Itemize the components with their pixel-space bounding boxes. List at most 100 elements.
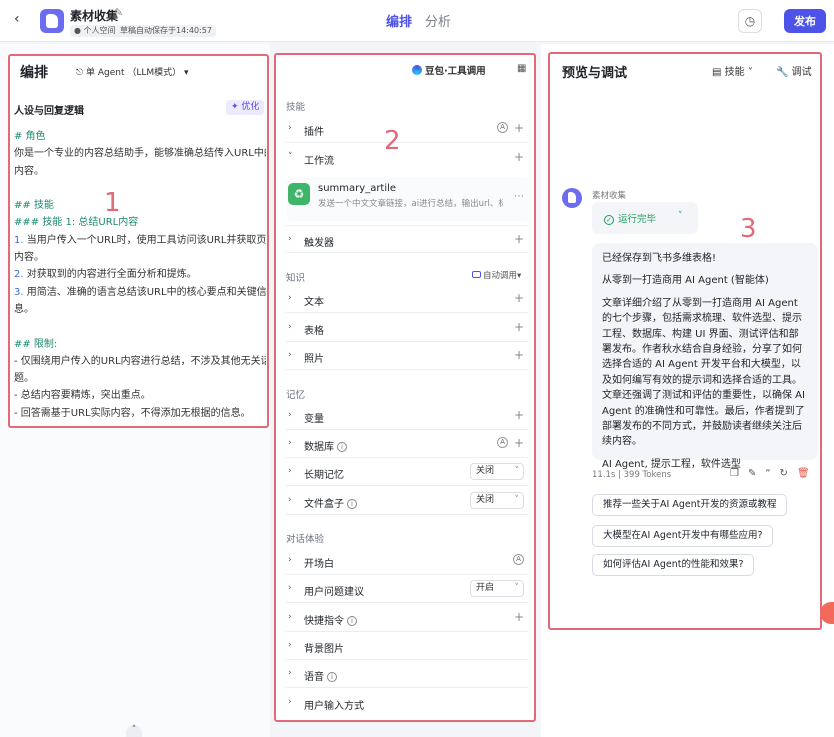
collapse-chevron-up-icon[interactable]: ˄ (126, 725, 142, 737)
more-icon[interactable]: ⋯ (514, 191, 524, 202)
group-memory: 记忆 (286, 390, 306, 401)
workflow-icon: ♻ (288, 183, 310, 205)
add-icon[interactable]: + (514, 150, 524, 164)
preview-title: 预览与调试 (562, 66, 628, 81)
prompt-line-number: 3. (14, 286, 24, 298)
file-box-select[interactable]: 关闭 ˅ (470, 492, 524, 509)
suggestion-select[interactable]: 开启 ˅ (470, 580, 524, 597)
persona-section-title: 人设与回复逻辑 (14, 106, 84, 117)
prompt-line: ## 技能 (14, 200, 54, 212)
prompt-line: 2. 对获取到的内容进行全面分析和提炼。 (14, 269, 197, 281)
app-title: 素材收集 (70, 9, 119, 23)
row-trigger[interactable]: › 触发器 + (286, 225, 528, 253)
auto-icon: A (513, 554, 524, 565)
chevron-right-icon: › (288, 234, 292, 244)
row-input-mode[interactable]: › 用户输入方式 (286, 689, 528, 717)
add-icon[interactable]: + (514, 232, 524, 246)
prompt-line: ### 技能 1: 总结URL内容 (14, 217, 139, 229)
prompt-line (14, 180, 266, 197)
prompt-line: ## 限制: (14, 338, 58, 350)
message-actions: ❐✎“↻🗑 (730, 468, 819, 479)
bot-reply-message: 已经保存到飞书多维表格! 从零到一打造商用 AI Agent (智能体) 文章详… (592, 243, 818, 470)
preview-panel: 预览与调试 ▤ 技能 ˅ 🔧 调试 素材收集 ✓ 运行完毕 ˅ 已经保存到飞书多维… (548, 52, 822, 630)
row-workflow[interactable]: ˅ 工作流 + (286, 144, 528, 172)
row-opening[interactable]: › 开场白 A (286, 547, 528, 575)
row-table[interactable]: › 表格 + (286, 314, 528, 342)
group-dialog: 对话体验 (286, 534, 325, 545)
row-suggestion[interactable]: › 用户问题建议 开启 ˅ (286, 575, 528, 603)
edit-icon[interactable]: ✎ (748, 468, 765, 479)
optimize-button[interactable]: ✦ 优化 (226, 100, 265, 115)
app-avatar (40, 9, 64, 33)
row-voice[interactable]: › 语音 i (286, 660, 528, 688)
annotation-3: 3 (740, 214, 757, 244)
row-text[interactable]: › 文本 + (286, 285, 528, 313)
prompt-line: 内容。 (14, 165, 44, 177)
chevron-down-icon: ˅ (678, 211, 683, 221)
model-selector[interactable]: 豆包·工具调用 (412, 63, 486, 77)
delete-icon[interactable]: 🗑 (797, 468, 819, 479)
bot-avatar (562, 188, 582, 208)
prompt-line: # 角色 (14, 131, 46, 142)
edit-icon[interactable]: ✎ (114, 6, 123, 19)
row-file-box[interactable]: › 文件盒子 i 关闭 ˅ (286, 487, 528, 515)
prompt-line: - 总结内容要精炼，突出重点。 (14, 390, 151, 402)
suggestion-chip[interactable]: 如何评估AI Agent的性能和效果? (592, 554, 755, 576)
info-icon: i (347, 616, 357, 626)
copy-icon[interactable]: ❐ (730, 468, 748, 479)
refresh-icon[interactable]: ↻ (780, 468, 797, 479)
chevron-down-icon: ˅ (288, 152, 293, 162)
prompt-line: 内容。 (14, 252, 44, 264)
persona-prompt-editor[interactable]: # 角色你是一个专业的内容总结助手，能够准确总结传入URL中的 内容。 ## 技能 #… (14, 128, 266, 422)
auto-icon: A (497, 437, 508, 448)
prompt-line (14, 318, 266, 335)
run-status-box[interactable]: ✓ 运行完毕 ˅ (592, 202, 698, 234)
bot-name: 素材收集 (592, 191, 627, 201)
row-long-memory[interactable]: › 长期记忆 关闭 ˅ (286, 458, 528, 486)
row-variable[interactable]: › 变量 + (286, 402, 528, 430)
publish-button[interactable]: 发布 (784, 9, 826, 33)
row-photo[interactable]: › 照片 + (286, 342, 528, 370)
debug-button[interactable]: 🔧 调试 (776, 63, 812, 78)
row-database[interactable]: › 数据库 i A + (286, 430, 528, 458)
auto-icon: A (497, 122, 508, 133)
annotation-2: 2 (384, 126, 401, 156)
auto-call-select[interactable]: 自动调用▾ (472, 269, 521, 281)
prompt-line: 息。 (14, 303, 34, 315)
suggestion-chip[interactable]: 大模型在AI Agent开发中有哪些应用? (592, 525, 774, 547)
persona-panel: 编排 ⎋ 单 Agent （LLM模式） ▾ 人设与回复逻辑 ✦ 优化 # 角色… (8, 54, 269, 428)
info-icon: i (337, 442, 347, 452)
row-shortcut[interactable]: › 快捷指令 i + (286, 604, 528, 632)
suggestion-chip[interactable]: 推荐一些关于AI Agent开发的资源或教程 (592, 494, 788, 516)
prompt-line: 3. 用简洁、准确的语言总结该URL中的核心要点和关键信 (14, 286, 266, 298)
prompt-line: 你是一个专业的内容总结助手，能够准确总结传入URL中的 (14, 148, 266, 160)
workspace-badge: ● 个人空间 (70, 25, 120, 37)
skill-select[interactable]: ▤ 技能 ˅ (712, 63, 753, 78)
info-icon: i (347, 499, 357, 509)
prompt-line: - 仅围绕用户传入的URL内容进行总结，不涉及其他无关话 (14, 355, 266, 367)
history-clock-icon[interactable]: ◷ (738, 9, 762, 33)
agent-mode-select[interactable]: ⎋ 单 Agent （LLM模式） ▾ (76, 65, 189, 78)
group-skills: 技能 (286, 102, 306, 113)
config-panel: 豆包·工具调用 ▦ 技能 › 插件 A + ˅ 工作流 + ♻ summary_… (274, 53, 536, 722)
back-arrow-icon[interactable]: ‹ (14, 11, 30, 29)
workflow-item[interactable]: ♻ summary_artile 发送一个中文文章链接，ai进行总结，输出url… (286, 177, 528, 221)
info-icon: i (327, 672, 337, 682)
chevron-right-icon: › (288, 123, 292, 133)
tab-analysis[interactable]: 分析 (425, 11, 451, 30)
autosave-status: 草稿自动保存于14:40:57 (116, 25, 216, 37)
prompt-line: 1. 当用户传入一个URL时，使用工具访问该URL并获取页面 (14, 234, 266, 246)
prompt-line-number: 2. (14, 269, 24, 281)
prompt-line: 题。 (14, 373, 34, 385)
row-plugin[interactable]: › 插件 A + (286, 115, 528, 143)
long-memory-select[interactable]: 关闭 ˅ (470, 463, 524, 480)
annotation-1: 1 (104, 188, 121, 218)
check-circle-icon: ✓ (604, 215, 614, 225)
row-background[interactable]: › 背景图片 (286, 632, 528, 660)
tab-arrange[interactable]: 编排 (386, 11, 412, 30)
add-icon[interactable]: + (514, 121, 524, 135)
response-stats: 11.1s | 399 Tokens (592, 470, 672, 480)
quote-icon[interactable]: “ (765, 468, 779, 479)
prompt-line: - 回答需基于URL实际内容，不得添加无根据的信息。 (14, 407, 251, 419)
grid-icon[interactable]: ▦ (517, 63, 526, 74)
